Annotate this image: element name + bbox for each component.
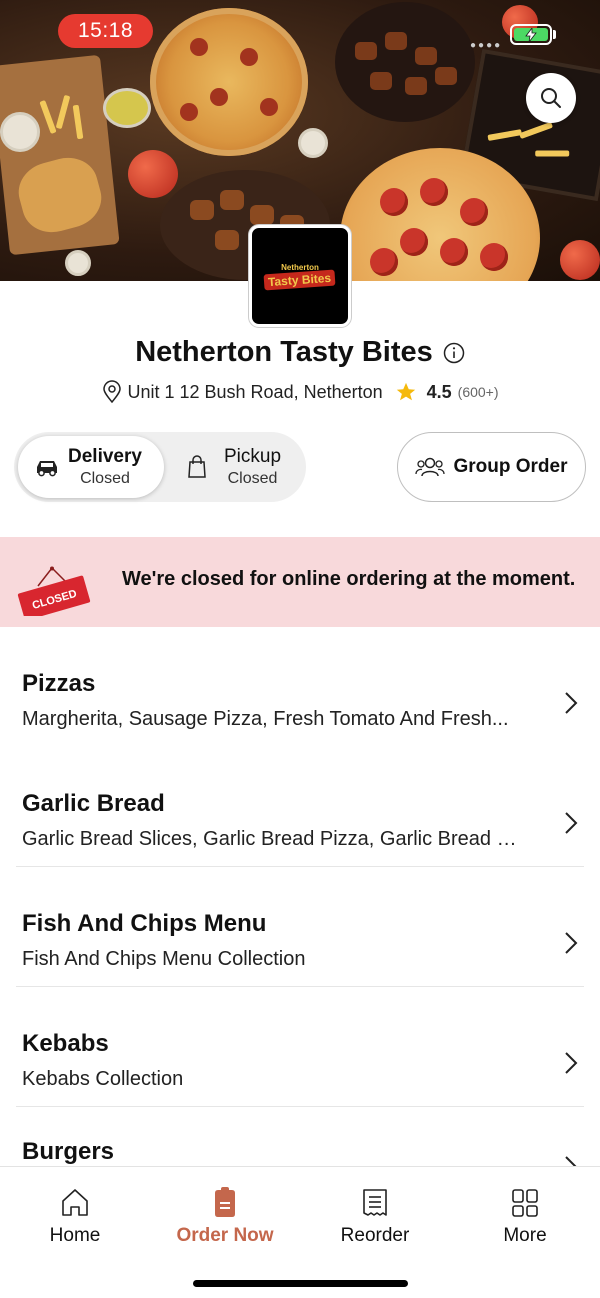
category-name: Burgers: [22, 1138, 115, 1165]
divider: [16, 986, 584, 987]
chevron-right-icon: [565, 692, 578, 714]
star-icon: [396, 382, 415, 401]
search-icon: [541, 88, 561, 108]
store-name: Netherton Tasty Bites: [135, 336, 433, 368]
pickup-label: Pickup: [224, 446, 282, 467]
location-pin-icon: [103, 380, 122, 404]
divider: [16, 866, 584, 867]
pickup-status: Closed: [227, 470, 278, 487]
shopping-bag-icon: [188, 455, 206, 478]
group-order-label: Group Order: [453, 456, 568, 477]
menu-category-garlic-bread[interactable]: Garlic Bread Garlic Bread Slices, Garlic…: [0, 762, 600, 882]
chevron-right-icon: [565, 812, 578, 834]
menu-category-kebabs[interactable]: Kebabs Kebabs Collection: [0, 1002, 600, 1122]
battery-icon: [510, 24, 552, 45]
grid-icon: [512, 1189, 538, 1217]
delivery-option[interactable]: Delivery Closed: [18, 436, 164, 498]
category-description: Garlic Bread Slices, Garlic Bread Pizza,…: [22, 828, 527, 850]
search-button[interactable]: [526, 73, 576, 123]
order-mode-toggle: Delivery Closed Pickup Closed: [14, 432, 306, 502]
signal-icon: ●●●●: [470, 40, 503, 51]
order-bag-icon: [215, 1187, 235, 1217]
chevron-right-icon: [565, 932, 578, 954]
category-description: Fish And Chips Menu Collection: [22, 948, 306, 970]
chevron-right-icon: [565, 1156, 577, 1166]
menu-category-burgers[interactable]: Burgers: [0, 1122, 600, 1166]
divider: [16, 1106, 584, 1107]
delivery-status: Closed: [80, 470, 130, 487]
tab-order-now[interactable]: Order Now: [150, 1187, 300, 1247]
info-icon[interactable]: [443, 342, 465, 364]
menu-category-fish-and-chips[interactable]: Fish And Chips Menu Fish And Chips Menu …: [0, 882, 600, 1002]
home-indicator: [193, 1280, 408, 1287]
category-description: Margherita, Sausage Pizza, Fresh Tomato …: [22, 708, 509, 730]
car-icon: [37, 461, 57, 477]
category-description: Kebabs Collection: [22, 1068, 184, 1090]
store-logo: Netherton Tasty Bites: [249, 225, 351, 327]
home-icon: [62, 1189, 88, 1216]
tab-more[interactable]: More: [450, 1187, 600, 1247]
tab-reorder[interactable]: Reorder: [300, 1187, 450, 1247]
status-bar-time: 15:18: [58, 14, 153, 48]
store-address: Unit 1 12 Bush Road, Netherton: [127, 381, 383, 402]
tab-home-label: Home: [49, 1225, 101, 1246]
category-name: Kebabs: [22, 1030, 109, 1057]
menu-category-pizzas[interactable]: Pizzas Margherita, Sausage Pizza, Fresh …: [0, 642, 600, 762]
receipt-icon: [363, 1189, 387, 1216]
rating-count: (600+): [457, 384, 499, 400]
category-name: Garlic Bread: [22, 790, 165, 817]
bottom-tab-bar: Home Order Now Reorder More: [0, 1166, 600, 1298]
tab-reorder-label: Reorder: [340, 1225, 410, 1246]
pickup-option[interactable]: Pickup Closed: [178, 436, 304, 498]
category-name: Fish And Chips Menu: [22, 910, 267, 937]
delivery-label: Delivery: [68, 446, 142, 467]
chevron-right-icon: [565, 1052, 578, 1074]
group-order-button[interactable]: Group Order: [397, 432, 586, 502]
tab-home[interactable]: Home: [0, 1187, 150, 1247]
group-users-icon: [415, 457, 446, 477]
rating-value: 4.5: [426, 381, 452, 402]
category-name: Pizzas: [22, 670, 96, 697]
battery-nub: [553, 30, 556, 39]
closed-message: We're closed for online ordering at the …: [122, 568, 576, 590]
tab-order-now-label: Order Now: [176, 1225, 274, 1246]
tab-more-label: More: [503, 1225, 547, 1246]
closed-sign-icon: CLOSED: [17, 566, 91, 616]
